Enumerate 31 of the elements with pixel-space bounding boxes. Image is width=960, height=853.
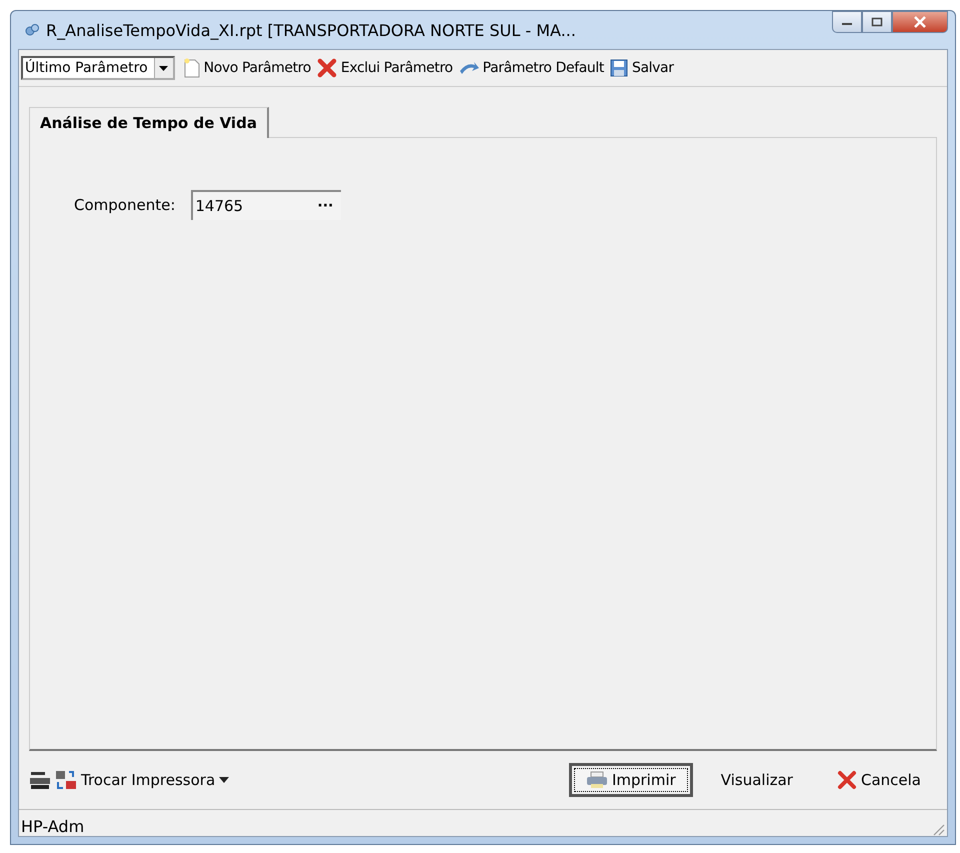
printer-icon: [29, 769, 51, 791]
status-text: HP-Adm: [21, 817, 84, 836]
component-input-field[interactable]: 14765 ···: [191, 190, 342, 220]
window-title: R_AnaliseTempoVida_XI.rpt [TRANSPORTADORA NORTE SUL - MA...: [46, 20, 577, 40]
blank-page-icon: [184, 58, 200, 78]
browse-button[interactable]: ···: [309, 198, 342, 214]
minimize-button[interactable]: [832, 11, 862, 33]
dropdown-arrow-icon: [159, 66, 168, 70]
close-icon: [913, 16, 927, 28]
dropdown-arrow-icon: [219, 777, 230, 783]
tab[interactable]: Análise de Tempo de Vida: [29, 107, 269, 138]
delete-x-icon: [316, 58, 337, 78]
default-button[interactable]: Parâmetro Default: [458, 60, 605, 76]
maximize-button[interactable]: [862, 11, 892, 33]
parameter-dropdown[interactable]: Último Parâmetro: [21, 56, 175, 80]
new-button[interactable]: Novo Parâmetro: [182, 58, 312, 78]
printer-icon: [586, 771, 608, 789]
print-button[interactable]: Imprimir: [568, 763, 693, 797]
resize-grip-icon: [931, 822, 945, 836]
app-icon: [24, 22, 40, 38]
maximize-icon: [871, 17, 883, 27]
arrow-icon: [458, 61, 479, 75]
cancel-x-icon: [836, 770, 857, 790]
printer-swap-icon: [55, 769, 77, 791]
close-button[interactable]: [892, 11, 948, 33]
delete-button[interactable]: Exclui Parâmetro: [316, 58, 454, 78]
save-button[interactable]: Salvar: [608, 59, 675, 77]
cancel-button[interactable]: Cancela: [820, 763, 937, 797]
change-printer-button[interactable]: Trocar Impressora: [29, 769, 230, 791]
preview-button[interactable]: Visualizar: [704, 764, 809, 796]
field-label: Componente:: [74, 196, 176, 214]
